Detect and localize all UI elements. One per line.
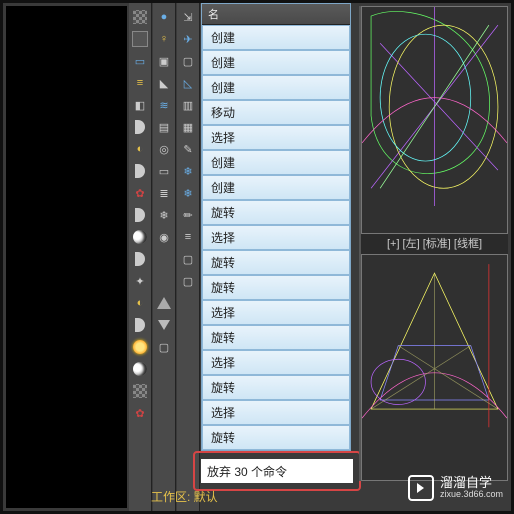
layer-icon[interactable]: ▤ xyxy=(156,119,172,135)
snow3-icon[interactable]: ❄ xyxy=(180,185,196,201)
history-item[interactable]: 移动 xyxy=(202,100,350,125)
half4-icon[interactable] xyxy=(132,251,148,267)
box2-icon[interactable]: ▢ xyxy=(180,273,196,289)
tri-icon[interactable] xyxy=(156,295,172,311)
moon2-icon[interactable] xyxy=(132,361,148,377)
square-icon[interactable]: ▢ xyxy=(180,53,196,69)
folder-icon[interactable]: ▢ xyxy=(156,339,172,355)
dots-icon[interactable] xyxy=(132,383,148,399)
history-item[interactable]: 创建 xyxy=(202,50,350,75)
paint-icon[interactable]: ✎ xyxy=(180,141,196,157)
history-item[interactable]: 选择 xyxy=(202,350,350,375)
half3-icon[interactable] xyxy=(132,207,148,223)
pot-icon[interactable]: ◐ xyxy=(132,141,148,157)
left-dark-strip xyxy=(6,6,127,508)
history-item[interactable]: 选择 xyxy=(202,300,350,325)
history-item[interactable]: 旋转 xyxy=(202,375,350,400)
history-item[interactable]: 旋转 xyxy=(202,250,350,275)
snow-icon[interactable]: ❄ xyxy=(156,207,172,223)
watermark-url: zixue.3d66.com xyxy=(440,490,503,499)
viewport-area: [+] [左] [标准] [线框] xyxy=(359,6,508,481)
history-item[interactable]: 旋转 xyxy=(202,200,350,225)
history-item[interactable]: 创建 xyxy=(202,75,350,100)
undo-summary-label[interactable]: 放弃 30 个命令 xyxy=(201,459,353,483)
viewport-bottom[interactable] xyxy=(361,254,508,482)
history-header: 名 xyxy=(202,4,350,25)
undo-history-panel: 名 创建 创建 创建 移动 选择 创建 创建 旋转 选择 旋转 旋转 选择 旋转… xyxy=(201,3,351,451)
funnel-icon[interactable] xyxy=(156,317,172,333)
flare-icon[interactable]: ✦ xyxy=(132,273,148,289)
light-icon[interactable]: ♀ xyxy=(156,31,172,47)
eye-icon[interactable]: ◉ xyxy=(156,229,172,245)
watermark-brand: 溜溜自学 xyxy=(440,476,503,490)
snow2-icon[interactable]: ❄ xyxy=(180,163,196,179)
cube-icon[interactable]: ◧ xyxy=(132,97,148,113)
tri2-icon[interactable]: ◺ xyxy=(180,75,196,91)
play-icon xyxy=(408,475,434,501)
gear-icon[interactable]: ✿ xyxy=(132,185,148,201)
pot2-icon[interactable]: ◐ xyxy=(132,295,148,311)
half5-icon[interactable] xyxy=(132,317,148,333)
toolbar-col-a: ▭ ≡ ◧ ◐ ✿ ✦ ◐ ✿ xyxy=(129,3,152,511)
link-icon[interactable]: ⇲ xyxy=(180,9,196,25)
grid-icon[interactable] xyxy=(132,9,148,25)
watermark: 溜溜自学 zixue.3d66.com xyxy=(408,475,503,501)
blank2-icon xyxy=(156,273,172,289)
panel2-icon[interactable]: ▭ xyxy=(132,53,148,69)
panel-icon[interactable] xyxy=(132,31,148,47)
wave-icon[interactable]: ≋ xyxy=(156,97,172,113)
toolbar-col-c: ⇲ ✈ ▢ ◺ ▥ ▦ ✎ ❄ ❄ ✏ ≡ ▢ ▢ xyxy=(177,3,200,511)
viewport-top[interactable] xyxy=(361,6,508,234)
toolbar-col-b: ● ♀ ▣ ◣ ≋ ▤ ◎ ▭ ≣ ❄ ◉ ▢ xyxy=(153,3,176,511)
history-item[interactable]: 选择 xyxy=(202,225,350,250)
half2-icon[interactable] xyxy=(132,163,148,179)
list-icon[interactable]: ≣ xyxy=(156,185,172,201)
history-item[interactable]: 创建 xyxy=(202,150,350,175)
half-moon-icon[interactable] xyxy=(132,119,148,135)
history-item[interactable]: 旋转 xyxy=(202,275,350,300)
gear2-icon[interactable]: ✿ xyxy=(132,405,148,421)
history-item[interactable]: 旋转 xyxy=(202,425,350,450)
viewport-label[interactable]: [+] [左] [标准] [线框] xyxy=(361,234,508,254)
pin-icon[interactable]: ✈ xyxy=(180,31,196,47)
sun-icon[interactable] xyxy=(132,339,148,355)
ruler-icon[interactable]: ◣ xyxy=(156,75,172,91)
history-item[interactable]: 旋转 xyxy=(202,325,350,350)
target-icon[interactable]: ◎ xyxy=(156,141,172,157)
undo-summary-box: 放弃 30 个命令 xyxy=(193,451,361,491)
bars-icon[interactable]: ≡ xyxy=(180,229,196,245)
history-item[interactable]: 选择 xyxy=(202,125,350,150)
camera-icon[interactable]: ▣ xyxy=(156,53,172,69)
box-icon[interactable]: ▢ xyxy=(180,251,196,267)
grid2-icon[interactable]: ▦ xyxy=(180,119,196,135)
sphere-icon[interactable]: ● xyxy=(156,9,172,25)
app-frame: ▭ ≡ ◧ ◐ ✿ ✦ ◐ ✿ ● ♀ ▣ ◣ ≋ ▤ ◎ ▭ ≣ ❄ ◉ ▢ xyxy=(0,0,514,514)
history-item[interactable]: 创建 xyxy=(202,175,350,200)
history-item[interactable]: 创建 xyxy=(202,25,350,50)
history-item[interactable]: 选择 xyxy=(202,400,350,425)
layers-icon[interactable]: ≡ xyxy=(132,75,148,91)
select-icon[interactable]: ▭ xyxy=(156,163,172,179)
edit-icon[interactable]: ✏ xyxy=(180,207,196,223)
moon-icon[interactable] xyxy=(132,229,148,245)
blank-icon xyxy=(156,251,172,267)
status-workspace: 工作区: 默认 xyxy=(151,488,218,505)
square2-icon[interactable]: ▥ xyxy=(180,97,196,113)
